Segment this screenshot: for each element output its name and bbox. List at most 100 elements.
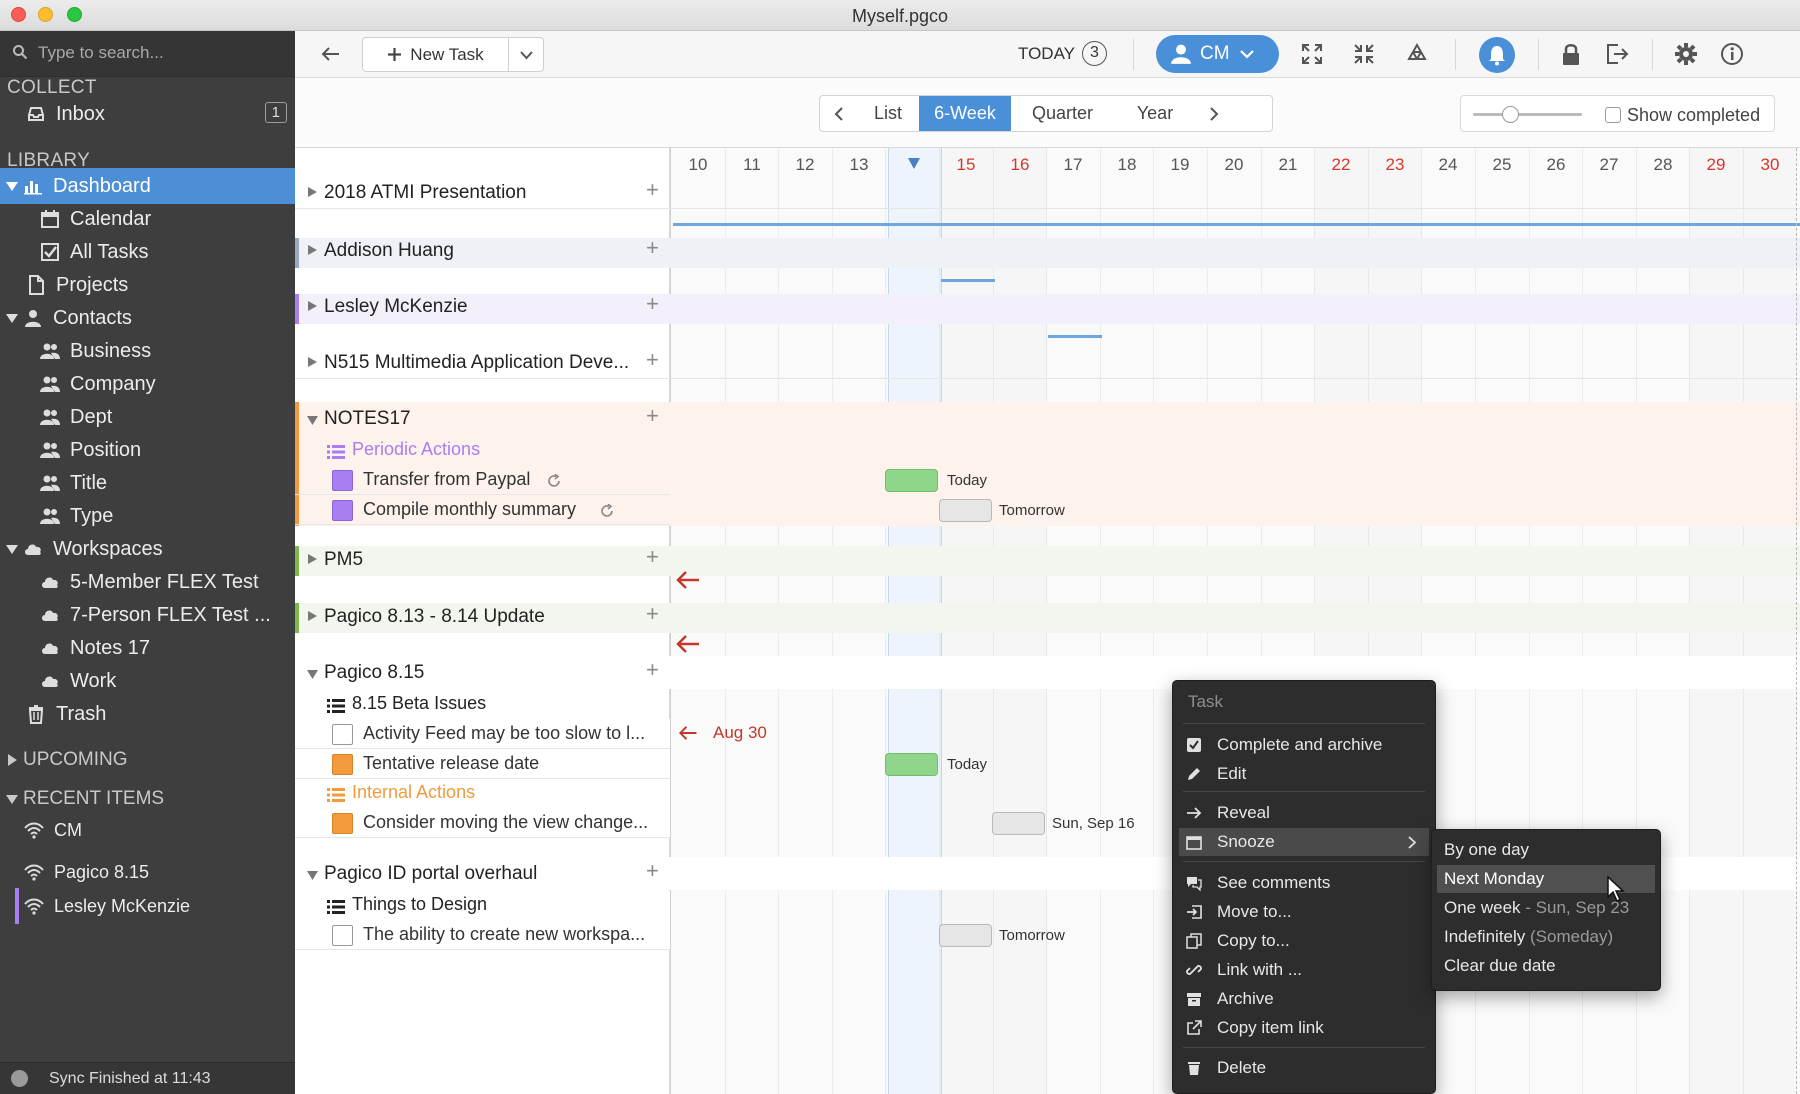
sidebar-item-trash[interactable]: Trash <box>26 696 106 732</box>
add-item-plus-icon[interactable]: + <box>646 403 659 429</box>
sidebar-item-dept[interactable]: Dept <box>40 399 112 435</box>
info-icon[interactable] <box>1720 42 1744 66</box>
tab-6-week[interactable]: 6-Week <box>919 96 1011 131</box>
recent-item-pagico-815[interactable]: Pagico 8.15 <box>24 854 149 890</box>
disclosure-closed-icon[interactable] <box>307 356 318 368</box>
menu-item-link-with[interactable]: Link with ... <box>1173 956 1435 984</box>
task-checkbox[interactable] <box>332 724 353 745</box>
recycle-icon[interactable] <box>1405 42 1429 66</box>
task-row-activity-feed[interactable]: Activity Feed may be too slow to l... <box>295 719 670 749</box>
project-row-notes17[interactable]: NOTES17 + <box>295 402 1800 435</box>
add-item-plus-icon[interactable]: + <box>646 657 659 683</box>
sidebar-item-projects[interactable]: Projects <box>26 267 128 303</box>
due-pill-tomorrow[interactable] <box>939 924 992 947</box>
sidebar-item-calendar[interactable]: Calendar <box>40 201 151 237</box>
tab-year[interactable]: Year <box>1114 96 1196 131</box>
zoom-slider-handle[interactable] <box>1502 106 1519 123</box>
sidebar-item-workspaces[interactable]: Workspaces <box>5 531 163 567</box>
disclosure-closed-icon[interactable] <box>307 553 318 565</box>
notifications-button[interactable] <box>1479 37 1515 73</box>
task-row-transfer-paypal[interactable]: Transfer from Paypal <box>295 465 670 495</box>
show-completed-label[interactable]: Show completed <box>1627 105 1760 126</box>
task-row-compile-monthly[interactable]: Compile monthly summary <box>295 495 670 525</box>
menu-item-copy-to[interactable]: Copy to... <box>1173 927 1435 955</box>
menu-item-edit[interactable]: Edit <box>1173 760 1435 788</box>
tab-quarter[interactable]: Quarter <box>1011 96 1114 131</box>
sidebar-item-contacts[interactable]: Contacts <box>5 300 132 336</box>
collapse-icon[interactable] <box>1353 43 1375 65</box>
sidebar-item-title[interactable]: Title <box>40 465 107 501</box>
zoom-slider-track[interactable] <box>1473 113 1582 116</box>
lock-icon[interactable] <box>1561 42 1581 66</box>
task-checkbox[interactable] <box>332 754 353 775</box>
previous-period-button[interactable] <box>820 96 857 131</box>
add-item-plus-icon[interactable]: + <box>646 858 659 884</box>
snooze-indefinitely[interactable]: Indefinitely (Someday) <box>1432 923 1660 951</box>
task-row-tentative-release[interactable]: Tentative release date <box>295 749 670 779</box>
snooze-clear-due-date[interactable]: Clear due date <box>1432 952 1660 980</box>
menu-item-archive[interactable]: Archive <box>1173 985 1435 1013</box>
menu-item-move-to[interactable]: Move to... <box>1173 898 1435 926</box>
menu-item-copy-item-link[interactable]: Copy item link <box>1173 1014 1435 1042</box>
project-row-atmi[interactable]: 2018 ATMI Presentation + <box>295 176 1800 209</box>
task-list-header-beta[interactable]: 8.15 Beta Issues <box>295 690 670 719</box>
user-menu-button[interactable]: CM <box>1156 35 1279 73</box>
overdue-arrow-icon[interactable] <box>675 570 701 590</box>
task-checkbox[interactable] <box>332 470 353 491</box>
add-item-plus-icon[interactable]: + <box>646 601 659 627</box>
expand-icon[interactable] <box>1301 43 1323 65</box>
task-list-header-design[interactable]: Things to Design <box>295 891 670 920</box>
snooze-by-one-day[interactable]: By one day <box>1432 836 1660 864</box>
add-item-plus-icon[interactable]: + <box>646 347 659 373</box>
task-checkbox[interactable] <box>332 500 353 521</box>
add-item-plus-icon[interactable]: + <box>646 235 659 261</box>
menu-item-complete-archive[interactable]: Complete and archive <box>1173 731 1435 759</box>
task-checkbox[interactable] <box>332 813 353 834</box>
due-pill-tomorrow[interactable] <box>939 499 992 522</box>
recent-item-lesley-mckenzie[interactable]: Lesley McKenzie <box>24 888 190 924</box>
next-period-button[interactable] <box>1196 96 1232 131</box>
search-input[interactable]: Type to search... <box>38 43 164 63</box>
tab-list[interactable]: List <box>857 96 919 131</box>
disclosure-closed-icon[interactable] <box>307 186 318 198</box>
task-row-ability-create-workspace[interactable]: The ability to create new workspa... <box>295 920 670 950</box>
gantt-bar[interactable] <box>1048 335 1102 338</box>
sidebar-item-inbox[interactable]: Inbox 1 <box>26 96 295 132</box>
add-item-plus-icon[interactable]: + <box>646 544 659 570</box>
disclosure-closed-icon[interactable] <box>307 244 318 256</box>
menu-item-reveal[interactable]: Reveal <box>1173 799 1435 827</box>
sidebar-item-workspace-7person[interactable]: 7-Person FLEX Test ... <box>40 597 271 633</box>
sidebar-item-workspace-5member[interactable]: 5-Member FLEX Test <box>40 564 259 600</box>
disclosure-open-icon[interactable] <box>307 668 318 680</box>
contact-row-lesley-mckenzie[interactable]: Lesley McKenzie + <box>295 290 1800 324</box>
add-item-plus-icon[interactable]: + <box>646 291 659 317</box>
due-pill-today[interactable] <box>885 469 938 492</box>
task-checkbox[interactable] <box>332 925 353 946</box>
today-count-badge[interactable]: 3 <box>1082 41 1107 66</box>
disclosure-open-icon[interactable] <box>307 414 318 426</box>
back-arrow-icon[interactable] <box>319 43 341 65</box>
menu-item-delete[interactable]: Delete <box>1173 1054 1435 1082</box>
project-row-n515[interactable]: N515 Multimedia Application Deve... + <box>295 346 1800 379</box>
sidebar-item-all-tasks[interactable]: All Tasks <box>40 234 149 270</box>
sidebar-item-position[interactable]: Position <box>40 432 141 468</box>
add-item-plus-icon[interactable]: + <box>646 177 659 203</box>
task-list-header-periodic[interactable]: Periodic Actions <box>295 436 670 465</box>
menu-item-see-comments[interactable]: See comments <box>1173 869 1435 897</box>
sidebar-item-workspace-work[interactable]: Work <box>40 663 116 699</box>
project-row-pagico-813[interactable]: Pagico 8.13 - 8.14 Update + <box>295 600 1800 633</box>
gantt-bar[interactable] <box>673 223 1800 226</box>
today-label[interactable]: TODAY <box>1018 44 1075 64</box>
task-row-consider-moving[interactable]: Consider moving the view change... <box>295 808 670 838</box>
new-task-dropdown-button[interactable] <box>508 37 544 72</box>
project-row-pm5[interactable]: PM5 + <box>295 543 1800 576</box>
due-pill-sun-sep-16[interactable] <box>992 812 1045 835</box>
gear-icon[interactable] <box>1674 42 1698 66</box>
contact-row-addison-huang[interactable]: Addison Huang + <box>295 234 1800 268</box>
show-completed-checkbox[interactable] <box>1605 107 1621 123</box>
sidebar-item-workspace-notes17[interactable]: Notes 17 <box>40 630 150 666</box>
new-task-button[interactable]: New Task <box>362 37 509 72</box>
overdue-arrow-icon[interactable] <box>675 634 701 654</box>
menu-item-snooze[interactable]: Snooze <box>1179 828 1429 856</box>
sidebar-section-upcoming[interactable]: UPCOMING <box>5 742 128 778</box>
